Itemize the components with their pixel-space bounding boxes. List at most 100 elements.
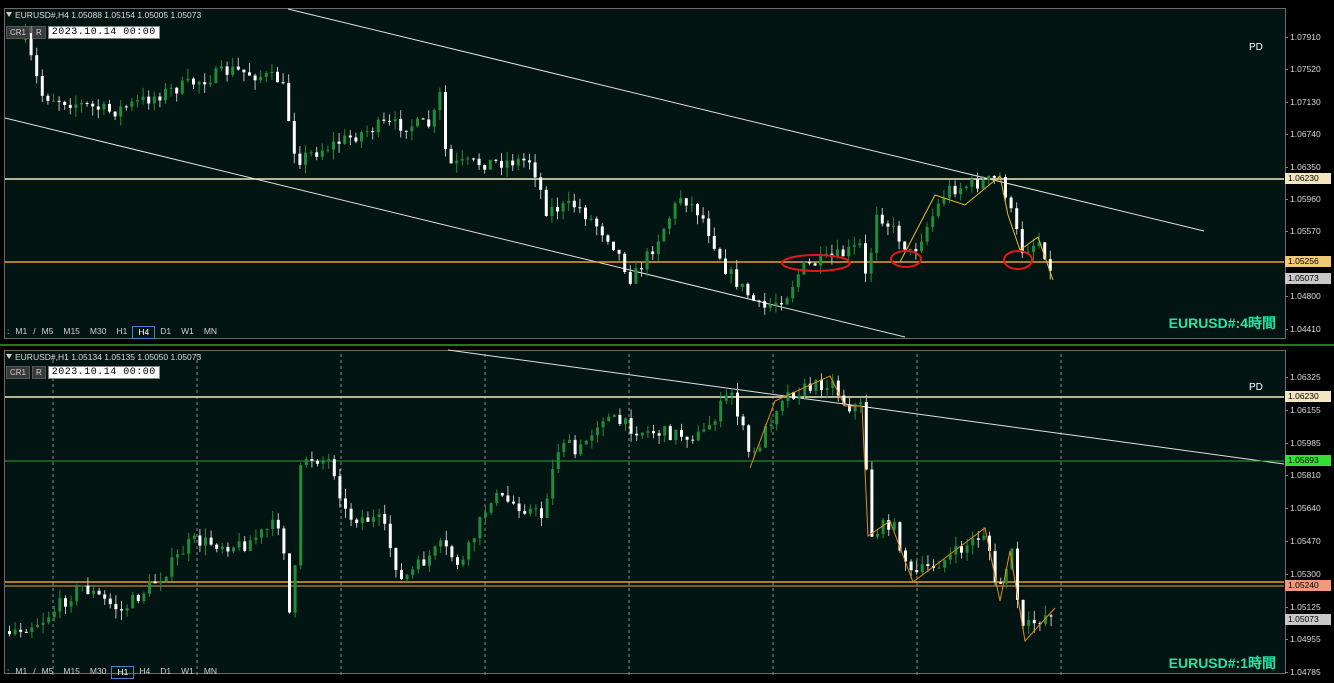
chart-window-h1[interactable]: EURUSD#,H1 1.05134 1.05135 1.05050 1.050…: [0, 344, 1334, 683]
timeframe-h4[interactable]: H4: [134, 666, 155, 679]
timeframe-w1[interactable]: W1: [176, 666, 199, 679]
cr1-button[interactable]: CR1: [6, 366, 31, 379]
candle-body: [309, 152, 313, 154]
candle-body: [786, 392, 790, 401]
candle-body: [248, 540, 252, 551]
r-button[interactable]: R: [32, 366, 46, 379]
candle-body: [242, 69, 246, 73]
candle-body: [819, 254, 823, 266]
candle-body: [652, 431, 655, 434]
timeframe-mn[interactable]: MN: [199, 326, 222, 339]
candle-body: [187, 538, 191, 554]
pd-label: PD: [1249, 42, 1263, 53]
timeframe-w1[interactable]: W1: [176, 326, 199, 339]
candle-body: [75, 585, 79, 602]
marker-ellipse: [1003, 250, 1033, 270]
candle-body: [288, 553, 291, 613]
candle-body: [506, 495, 510, 502]
candle-body: [74, 104, 78, 108]
candle-body: [791, 287, 795, 299]
candle-body: [304, 458, 308, 466]
candle-body: [8, 631, 11, 635]
candle-body: [52, 100, 55, 102]
price-axis[interactable]: 1.07910 1.07520 1.07130 1.06740 1.06350 1.059…: [1285, 0, 1334, 343]
timeframe-h4[interactable]: H4: [132, 326, 156, 339]
r-button[interactable]: R: [32, 26, 46, 39]
candle-body: [298, 153, 302, 165]
collapse-triangle-icon[interactable]: [6, 354, 12, 359]
timeframe-m1[interactable]: M1: [10, 666, 32, 679]
candle-body: [719, 400, 723, 422]
candle-body: [936, 203, 940, 217]
candle-body: [30, 627, 34, 633]
candle-body: [551, 469, 555, 499]
candle-body: [96, 106, 100, 110]
candle-body: [679, 198, 683, 204]
candle-body: [226, 546, 230, 552]
candle-body: [209, 537, 213, 545]
timeframe-m5[interactable]: M5: [37, 666, 59, 679]
candle-body: [757, 300, 761, 302]
zigzag-line: [749, 375, 1056, 643]
candle-body: [265, 529, 269, 531]
symbol-quote: EURUSD#,H4 1.05088 1.05154 1.05005 1.050…: [15, 10, 202, 20]
candle-body: [175, 87, 179, 94]
candle-body: [820, 379, 823, 391]
candle-body: [696, 431, 700, 441]
candle-body: [853, 404, 857, 412]
timeframe-m1[interactable]: M1: [10, 326, 32, 339]
candle-body: [909, 561, 913, 571]
h1-price-chart[interactable]: [0, 346, 1285, 683]
candle-body: [231, 66, 235, 75]
price-label: 1.05240: [1285, 580, 1331, 591]
collapse-triangle-icon[interactable]: [6, 12, 12, 17]
candle-body: [254, 537, 258, 541]
candle-body: [685, 436, 689, 440]
candle-body: [943, 559, 947, 568]
candle-body: [170, 557, 174, 577]
candle-body: [114, 604, 118, 610]
candle-body: [388, 120, 391, 122]
candle-body: [388, 523, 392, 549]
timeframe-h1[interactable]: H1: [111, 666, 135, 679]
price-label: 1.06230: [1285, 173, 1331, 184]
price-label: 1.05893: [1285, 455, 1331, 466]
marker-ellipse: [781, 254, 851, 272]
candle-body: [528, 160, 531, 163]
timeframe-mn[interactable]: MN: [199, 666, 222, 679]
candle-body: [316, 460, 319, 464]
symbol-quote: EURUSD#,H1 1.05134 1.05135 1.05050 1.050…: [15, 352, 202, 362]
candle-body: [897, 225, 901, 242]
timeframe-d1[interactable]: D1: [155, 666, 176, 679]
timeframe-m15[interactable]: M15: [58, 326, 85, 339]
date-field[interactable]: 2023.10.14 00:00: [47, 366, 160, 379]
candle-body: [450, 546, 454, 558]
candle-body: [651, 251, 655, 255]
symbol-timeframe-label: EURUSD#:4時間: [1168, 315, 1276, 331]
timeframe-m15[interactable]: M15: [58, 666, 85, 679]
timeframe-m30[interactable]: M30: [85, 666, 112, 679]
candle-body: [80, 585, 84, 587]
timeframe-h1[interactable]: H1: [111, 326, 132, 339]
price-tick: 1.04800: [1285, 291, 1321, 302]
candle-body: [399, 119, 403, 131]
candle-body: [108, 598, 112, 605]
candle-body: [736, 392, 739, 417]
candle-body: [64, 598, 67, 607]
price-tick: 1.07520: [1285, 64, 1321, 75]
timeframe-m30[interactable]: M30: [85, 326, 112, 339]
candle-body: [813, 263, 817, 266]
price-tick: 1.05985: [1285, 437, 1321, 448]
timeframe-m5[interactable]: M5: [37, 326, 59, 339]
candle-body: [573, 439, 577, 455]
candle-body: [444, 92, 447, 149]
date-field[interactable]: 2023.10.14 00:00: [47, 26, 160, 39]
candle-body: [623, 253, 627, 272]
candle-body: [808, 261, 811, 264]
cr1-button[interactable]: CR1: [6, 26, 31, 39]
timeframe-d1[interactable]: D1: [155, 326, 176, 339]
chart-window-h4[interactable]: EURUSD#,H4 1.05088 1.05154 1.05005 1.050…: [0, 0, 1334, 343]
candle-body: [708, 424, 711, 430]
candle-body: [662, 228, 666, 242]
h4-price-chart[interactable]: [0, 0, 1285, 343]
